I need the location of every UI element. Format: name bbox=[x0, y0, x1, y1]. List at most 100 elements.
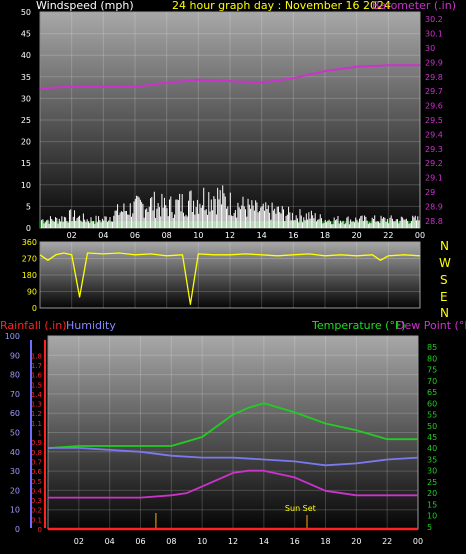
weather-graph: 0510152025303540455028.828.92929.129.229… bbox=[0, 0, 466, 546]
y-tick-label-temperature: 45 bbox=[427, 433, 437, 442]
y-tick-label-wind: 40 bbox=[21, 51, 31, 60]
y-tick-label-temperature: 20 bbox=[427, 489, 437, 498]
compass-e: E bbox=[440, 290, 448, 304]
x-tick-label: 14 bbox=[257, 231, 267, 240]
wind-direction-ticks: 0 90 180 270 360 bbox=[22, 238, 37, 313]
y-tick-label-rain: 1.1 bbox=[31, 420, 42, 428]
sunset-annotation: Sun Set bbox=[285, 504, 316, 513]
x-tick-label: 20 bbox=[351, 537, 361, 546]
y-tick-label-humidity: 100 bbox=[5, 332, 20, 341]
y-tick-label-temperature: 30 bbox=[427, 467, 437, 476]
y-tick-label-barometer: 30.1 bbox=[425, 30, 443, 39]
y-tick-label-direction: 180 bbox=[22, 271, 37, 280]
y-tick-label-barometer: 30 bbox=[425, 44, 435, 53]
y-tick-label-barometer: 29 bbox=[425, 188, 435, 197]
y-tick-label-wind: 5 bbox=[26, 202, 31, 211]
y-tick-label-rain: 1.2 bbox=[31, 410, 42, 418]
y-tick-label-temperature: 10 bbox=[427, 512, 437, 521]
y-tick-label-barometer: 29.7 bbox=[425, 87, 443, 96]
y-tick-label-rain: 0.3 bbox=[31, 497, 42, 505]
x-tick-label: 02 bbox=[74, 537, 84, 546]
y-tick-label-barometer: 29.5 bbox=[425, 116, 443, 125]
y-tick-label-humidity: 20 bbox=[10, 486, 20, 495]
y-tick-label-temperature: 35 bbox=[427, 455, 437, 464]
x-tick-label: 08 bbox=[162, 231, 172, 240]
y-tick-label-rain: 1 bbox=[38, 430, 42, 438]
x-tick-label: 10 bbox=[193, 231, 203, 240]
y-tick-label-wind: 0 bbox=[26, 224, 31, 233]
y-tick-label-humidity: 70 bbox=[10, 390, 20, 399]
y-tick-label-barometer: 29.6 bbox=[425, 102, 443, 111]
x-tick-label: 12 bbox=[225, 231, 235, 240]
dewpoint-label: Dew Point (°F) bbox=[396, 319, 466, 332]
y-tick-label-temperature: 55 bbox=[427, 411, 437, 420]
compass-w: W bbox=[439, 256, 451, 270]
y-tick-label-rain: 0.2 bbox=[31, 507, 42, 515]
y-tick-label-temperature: 70 bbox=[427, 377, 437, 386]
temperature-label: Temperature (°F) bbox=[311, 319, 406, 332]
windspeed-label: Windspeed (mph) bbox=[36, 0, 134, 12]
compass-n-bottom: N bbox=[440, 306, 449, 320]
y-tick-label-temperature: 60 bbox=[427, 399, 437, 408]
y-tick-label-temperature: 80 bbox=[427, 354, 437, 363]
y-tick-label-wind: 10 bbox=[21, 181, 31, 190]
x-tick-label: 22 bbox=[382, 537, 392, 546]
y-tick-label-barometer: 29.4 bbox=[425, 130, 443, 139]
y-tick-label-barometer: 30.2 bbox=[425, 15, 443, 24]
y-tick-label-rain: 1.6 bbox=[31, 372, 43, 380]
y-tick-label-humidity: 80 bbox=[10, 371, 20, 380]
x-tick-label: 14 bbox=[259, 537, 269, 546]
y-tick-label-rain: 0.7 bbox=[31, 458, 42, 466]
rainfall-label: Rainfall (.in) bbox=[0, 319, 67, 332]
humidity-axis-bar bbox=[30, 340, 32, 528]
rain-axis-bar bbox=[44, 340, 46, 528]
x-tick-label: 06 bbox=[130, 231, 140, 240]
x-tick-label: 08 bbox=[166, 537, 176, 546]
y-tick-label-wind: 20 bbox=[21, 138, 31, 147]
x-tick-label: 02 bbox=[67, 231, 77, 240]
y-tick-label-rain: 0.4 bbox=[31, 487, 43, 495]
barometer-label: Barometer (.in) bbox=[372, 0, 456, 12]
y-tick-label-temperature: 25 bbox=[427, 478, 437, 487]
humidity-label: Humidity bbox=[66, 319, 116, 332]
y-tick-label-rain: 0.9 bbox=[31, 439, 42, 447]
y-tick-label-temperature: 40 bbox=[427, 444, 437, 453]
y-tick-label-rain: 0.8 bbox=[31, 449, 42, 457]
x-tick-label: 18 bbox=[320, 537, 330, 546]
y-tick-label-rain: 0.1 bbox=[31, 516, 42, 524]
y-tick-label-temperature: 5 bbox=[427, 523, 432, 532]
y-tick-label-rain: 1.5 bbox=[31, 381, 42, 389]
x-tick-label: 20 bbox=[352, 231, 362, 240]
y-tick-label-humidity: 50 bbox=[10, 429, 20, 438]
y-tick-label-humidity: 0 bbox=[15, 525, 20, 534]
y-tick-label-temperature: 65 bbox=[427, 388, 437, 397]
y-tick-label-direction: 0 bbox=[32, 304, 37, 313]
y-tick-label-humidity: 30 bbox=[10, 467, 20, 476]
y-tick-label-rain: 1.4 bbox=[31, 391, 43, 399]
y-tick-label-temperature: 15 bbox=[427, 500, 437, 509]
y-tick-label-humidity: 90 bbox=[10, 351, 20, 360]
y-tick-label-humidity: 10 bbox=[10, 506, 20, 515]
y-tick-label-barometer: 28.9 bbox=[425, 202, 443, 211]
y-tick-label-rain: 0 bbox=[38, 526, 42, 534]
y-tick-label-wind: 30 bbox=[21, 94, 31, 103]
y-tick-label-rain: 1.3 bbox=[31, 401, 42, 409]
y-tick-label-temperature: 50 bbox=[427, 422, 437, 431]
y-tick-label-temperature: 75 bbox=[427, 366, 437, 375]
x-tick-label: 04 bbox=[105, 537, 115, 546]
compass-n-top: N bbox=[440, 239, 449, 253]
x-tick-label: 06 bbox=[135, 537, 145, 546]
y-tick-label-wind: 15 bbox=[21, 159, 31, 168]
y-tick-label-direction: 90 bbox=[27, 288, 37, 297]
y-tick-label-barometer: 29.1 bbox=[425, 174, 443, 183]
y-tick-label-direction: 360 bbox=[22, 238, 37, 247]
y-tick-label-temperature: 85 bbox=[427, 343, 437, 352]
x-tick-label: 16 bbox=[290, 537, 300, 546]
x-tick-label: 04 bbox=[98, 231, 108, 240]
x-tick-label: 00 bbox=[413, 537, 423, 546]
x-tick-label: 10 bbox=[197, 537, 207, 546]
y-tick-label-wind: 45 bbox=[21, 30, 31, 39]
x-tick-label: 12 bbox=[228, 537, 238, 546]
y-tick-label-rain: 0.5 bbox=[31, 478, 42, 486]
y-tick-label-direction: 270 bbox=[22, 255, 37, 264]
